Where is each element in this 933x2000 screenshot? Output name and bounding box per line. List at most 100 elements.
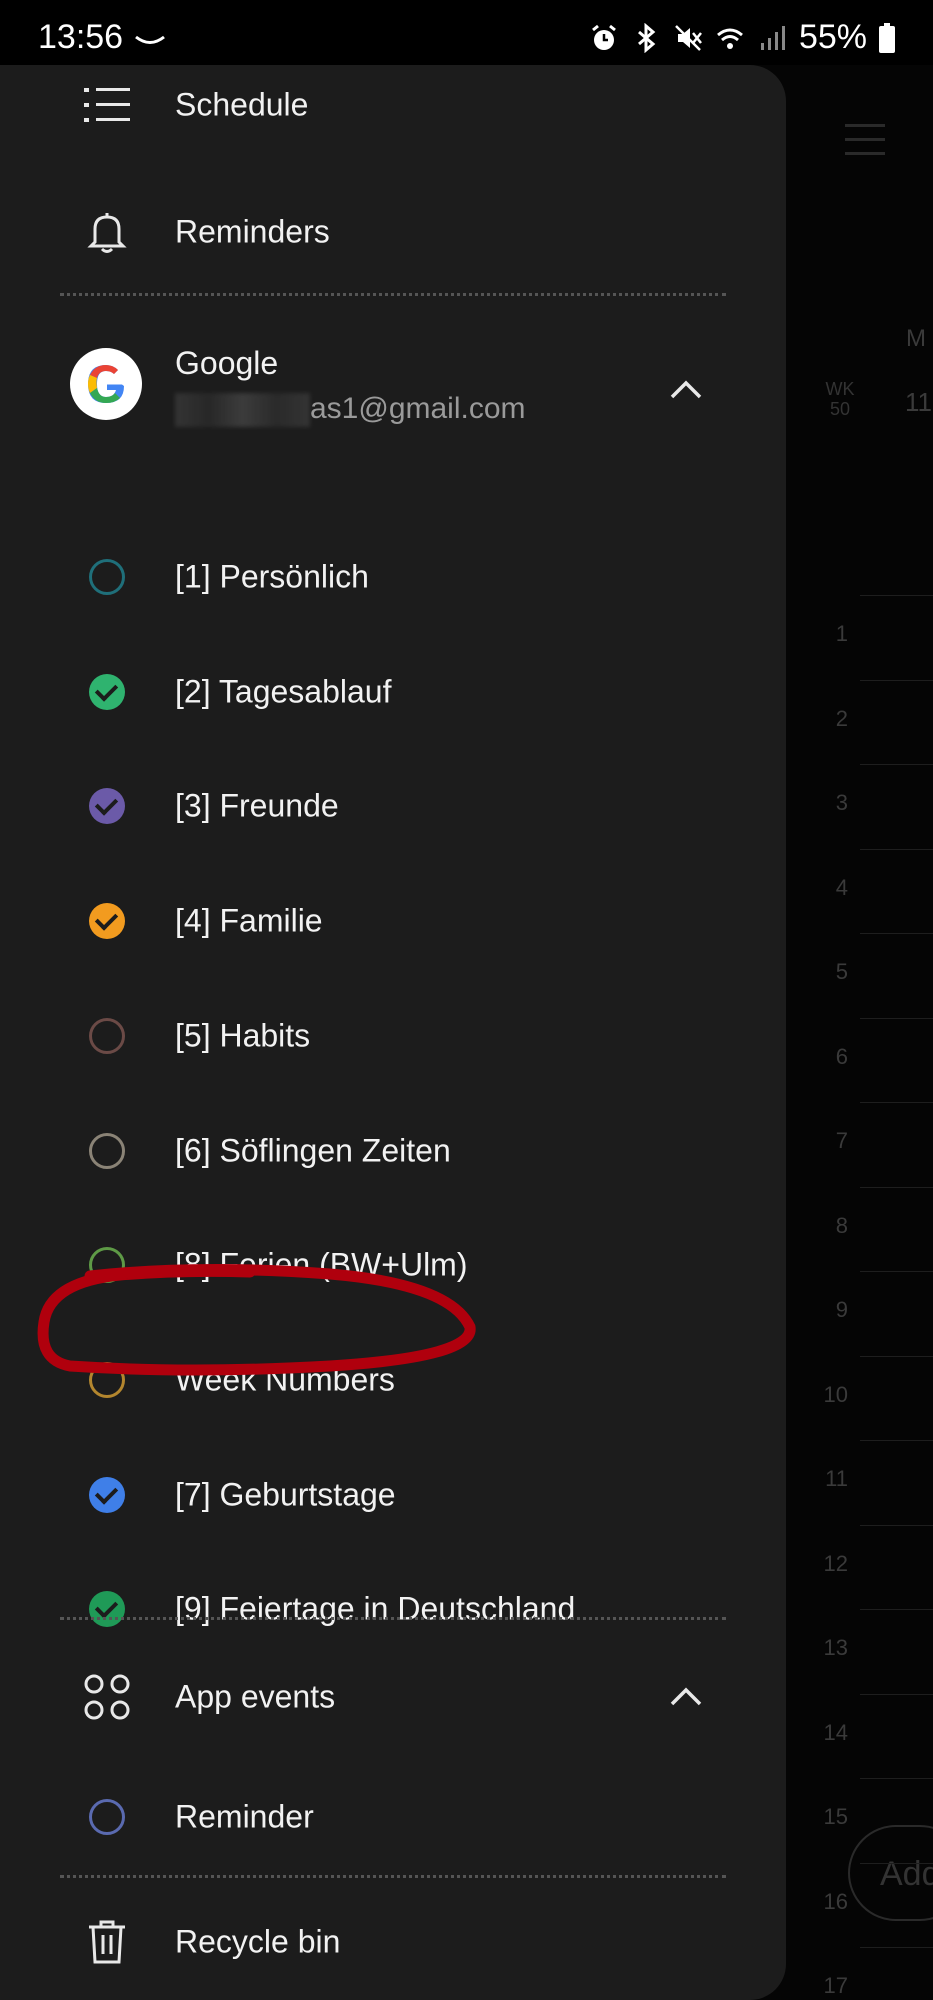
reminders-label: Reminders bbox=[175, 213, 330, 250]
hour-label: 4 bbox=[835, 875, 848, 900]
hour-label: 9 bbox=[835, 1297, 848, 1322]
chevron-up-icon[interactable] bbox=[666, 1677, 706, 1717]
calendar-item-label: [9] Feiertage in Deutschland bbox=[175, 1590, 576, 1627]
google-account-header[interactable]: Google as1@gmail.com bbox=[0, 330, 786, 480]
check-circle-icon bbox=[89, 1591, 125, 1627]
week-number: WK 50 bbox=[820, 379, 860, 419]
google-account-title: Google bbox=[175, 345, 279, 381]
hour-label: 6 bbox=[835, 1044, 848, 1069]
hour-gridline bbox=[860, 1102, 933, 1103]
hour-gridline bbox=[860, 1863, 933, 1864]
app-event-item-reminder[interactable]: Reminder bbox=[0, 1762, 786, 1872]
calendar-item-label: [6] Söflingen Zeiten bbox=[175, 1132, 451, 1169]
signal-icon bbox=[760, 25, 785, 50]
drawer-item-schedule[interactable]: Schedule bbox=[0, 65, 786, 160]
hour-gridline bbox=[860, 1947, 933, 1948]
hour-label: 3 bbox=[835, 790, 848, 815]
add-event-button[interactable]: Add bbox=[848, 1825, 933, 1921]
calendar-checkbox[interactable] bbox=[80, 1468, 134, 1522]
hour-label: 17 bbox=[823, 1973, 848, 1998]
calendar-checkbox[interactable] bbox=[80, 1582, 134, 1636]
annotation-highlight bbox=[37, 1263, 476, 1376]
hour-gridline bbox=[860, 764, 933, 765]
add-event-label: Add bbox=[880, 1855, 933, 1893]
redacted-email-part bbox=[175, 393, 310, 427]
week-number-value: 50 bbox=[829, 399, 851, 419]
divider bbox=[60, 1875, 726, 1878]
calendar-item[interactable]: [1] Persönlich bbox=[0, 522, 786, 632]
date-number[interactable]: 11 bbox=[905, 387, 932, 418]
calendar-checkbox[interactable] bbox=[80, 550, 134, 604]
hour-gridline bbox=[860, 1356, 933, 1357]
week-label: WK bbox=[825, 379, 855, 399]
calendar-item[interactable]: [6] Söflingen Zeiten bbox=[0, 1096, 786, 1206]
calendar-checkbox[interactable] bbox=[80, 1790, 134, 1844]
hour-gridline bbox=[860, 1187, 933, 1188]
calendar-item[interactable]: [4] Familie bbox=[0, 866, 786, 976]
divider bbox=[60, 1617, 726, 1620]
navigation-drawer: Schedule Reminders Google as1@gmail.com bbox=[0, 65, 786, 2000]
calendar-item-label: [5] Habits bbox=[175, 1017, 311, 1054]
drawer-item-recycle-bin[interactable]: Recycle bin bbox=[0, 1887, 786, 1997]
app-event-label: Reminder bbox=[175, 1798, 314, 1835]
calendar-item[interactable]: [5] Habits bbox=[0, 981, 786, 1091]
google-account-email: as1@gmail.com bbox=[310, 392, 526, 425]
apps-icon bbox=[80, 1670, 134, 1724]
check-circle-icon bbox=[89, 674, 125, 710]
hour-gridline bbox=[860, 1525, 933, 1526]
hour-gridline bbox=[860, 1440, 933, 1441]
app-events-header[interactable]: App events bbox=[0, 1642, 786, 1752]
battery-icon bbox=[879, 22, 895, 53]
calendar-item[interactable]: [3] Freunde bbox=[0, 751, 786, 861]
hour-label: 15 bbox=[823, 1804, 848, 1829]
calendar-item[interactable]: [2] Tagesablauf bbox=[0, 637, 786, 747]
calendar-checkbox[interactable] bbox=[80, 1009, 134, 1063]
check-circle-icon bbox=[89, 788, 125, 824]
hour-label: 11 bbox=[825, 1466, 848, 1491]
checkbox-circle-icon bbox=[89, 1133, 125, 1169]
hour-gridline bbox=[860, 1694, 933, 1695]
calendar-item-label: [7] Geburtstage bbox=[175, 1476, 396, 1513]
hour-gridline bbox=[860, 680, 933, 681]
hour-gridline bbox=[860, 849, 933, 850]
checkbox-circle-icon bbox=[89, 1799, 125, 1835]
list-icon bbox=[80, 78, 134, 132]
divider bbox=[60, 293, 726, 296]
hour-gridline bbox=[860, 1778, 933, 1779]
hour-label: 14 bbox=[823, 1720, 848, 1745]
checkbox-circle-icon bbox=[89, 559, 125, 595]
menu-icon[interactable] bbox=[845, 120, 885, 160]
hour-label: 2 bbox=[835, 706, 848, 731]
chevron-up-icon[interactable] bbox=[666, 370, 706, 410]
calendar-checkbox[interactable] bbox=[80, 779, 134, 833]
calendar-checkbox[interactable] bbox=[80, 665, 134, 719]
hour-label: 7 bbox=[835, 1128, 848, 1153]
hour-gridline bbox=[860, 933, 933, 934]
hour-gridline bbox=[860, 1609, 933, 1610]
hour-label: 12 bbox=[823, 1551, 848, 1576]
battery-percent: 55% bbox=[798, 18, 867, 56]
hour-label: 13 bbox=[823, 1635, 848, 1660]
status-icons: 55% bbox=[589, 18, 895, 57]
recycle-bin-label: Recycle bin bbox=[175, 1923, 341, 1960]
mute-icon bbox=[675, 24, 702, 51]
amazon-notification-icon bbox=[135, 35, 165, 44]
calendar-checkbox[interactable] bbox=[80, 1124, 134, 1178]
bluetooth-icon bbox=[637, 22, 656, 53]
calendar-item-label: [2] Tagesablauf bbox=[175, 673, 392, 710]
bell-icon bbox=[80, 205, 134, 259]
hour-label: 5 bbox=[835, 959, 848, 984]
calendar-item[interactable]: [7] Geburtstage bbox=[0, 1440, 786, 1550]
drawer-item-reminders[interactable]: Reminders bbox=[0, 177, 786, 287]
check-circle-icon bbox=[89, 1477, 125, 1513]
day-label: M bbox=[906, 325, 926, 352]
schedule-label: Schedule bbox=[175, 86, 309, 123]
app-events-label: App events bbox=[175, 1678, 336, 1715]
calendar-checkbox[interactable] bbox=[80, 894, 134, 948]
google-logo-icon bbox=[70, 348, 142, 420]
status-time: 13:56 bbox=[38, 18, 124, 56]
calendar-item-label: [3] Freunde bbox=[175, 787, 339, 824]
hour-label: 1 bbox=[835, 621, 848, 646]
hour-gridline bbox=[860, 1271, 933, 1272]
hour-gridline bbox=[860, 1018, 933, 1019]
